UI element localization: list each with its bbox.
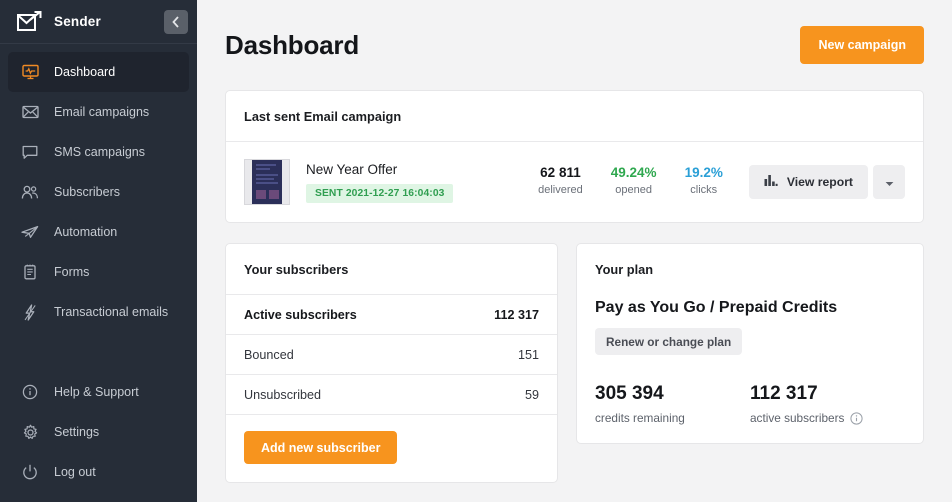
caret-down-icon xyxy=(885,175,894,190)
subscribers-card-footer: Add new subscriber xyxy=(226,415,557,482)
sidebar-item-label: Settings xyxy=(54,425,99,439)
plan-stats: 305 394 credits remaining 112 317 active… xyxy=(595,383,905,425)
email-template-thumbnail[interactable] xyxy=(244,159,290,205)
sidebar-nav-primary: Dashboard Email campaigns xyxy=(0,44,197,332)
sidebar-item-sms-campaigns[interactable]: SMS campaigns xyxy=(8,132,189,172)
sidebar-item-label: Log out xyxy=(54,465,96,479)
sidebar-item-label: Help & Support xyxy=(54,385,139,399)
dashboard-columns: Your subscribers Active subscribers 112 … xyxy=(225,243,924,483)
campaign-actions-dropdown-button[interactable] xyxy=(873,165,905,199)
gear-icon xyxy=(20,422,40,442)
sidebar-item-help-support[interactable]: Help & Support xyxy=(8,372,189,412)
subscribers-column: Your subscribers Active subscribers 112 … xyxy=(225,243,558,483)
view-report-label: View report xyxy=(787,175,853,189)
your-subscribers-card: Your subscribers Active subscribers 112 … xyxy=(225,243,558,483)
envelope-arrow-logo xyxy=(16,11,42,33)
plan-stat-value: 305 394 xyxy=(595,383,750,405)
renew-or-change-plan-button[interactable]: Renew or change plan xyxy=(595,328,742,355)
sidebar-item-email-campaigns[interactable]: Email campaigns xyxy=(8,92,189,132)
row-value: 151 xyxy=(518,348,539,362)
stat-clicks: 19.2% clicks xyxy=(671,165,737,196)
sidebar-item-label: Transactional emails xyxy=(54,305,168,319)
sidebar-item-label: Automation xyxy=(54,225,117,239)
info-circle-icon[interactable] xyxy=(850,412,863,425)
sidebar-item-label: Forms xyxy=(54,265,89,279)
main-content: Dashboard New campaign Last sent Email c… xyxy=(197,0,952,502)
status-badge: SENT 2021-12-27 16:04:03 xyxy=(306,184,453,203)
plan-name: Pay as You Go / Prepaid Credits xyxy=(595,299,905,317)
campaign-stats: 62 811 delivered 49.24% opened 19.2% cli… xyxy=(524,165,905,199)
row-label: Active subscribers xyxy=(244,308,357,322)
table-row[interactable]: Bounced 151 xyxy=(226,335,557,375)
last-sent-campaign-card: Last sent Email campaign New Year Offer xyxy=(225,90,924,223)
plan-stat-label: credits remaining xyxy=(595,411,750,425)
your-plan-card: Your plan Pay as You Go / Prepaid Credit… xyxy=(576,243,924,444)
paper-plane-icon xyxy=(20,222,40,242)
chat-bubble-icon xyxy=(20,142,40,162)
lightning-bolt-icon xyxy=(20,302,40,322)
stat-label: delivered xyxy=(538,184,583,196)
stat-value: 62 811 xyxy=(538,165,583,180)
stat-delivered: 62 811 delivered xyxy=(524,165,597,196)
sidebar-item-subscribers[interactable]: Subscribers xyxy=(8,172,189,212)
sidebar-nav-secondary: Help & Support Settings xyxy=(0,372,197,502)
sidebar-collapse-button[interactable] xyxy=(164,10,188,34)
sidebar: Sender Dashboard xyxy=(0,0,197,502)
row-label: Unsubscribed xyxy=(244,388,321,402)
card-title: Your plan xyxy=(577,244,923,295)
campaign-row: New Year Offer SENT 2021-12-27 16:04:03 … xyxy=(226,142,923,222)
row-label: Bounced xyxy=(244,348,294,362)
sidebar-item-transactional-emails[interactable]: Transactional emails xyxy=(8,292,189,332)
page-title: Dashboard xyxy=(225,30,359,61)
campaign-info: New Year Offer SENT 2021-12-27 16:04:03 xyxy=(306,162,453,203)
stat-label: clicks xyxy=(685,184,723,196)
table-row[interactable]: Unsubscribed 59 xyxy=(226,375,557,415)
new-campaign-button[interactable]: New campaign xyxy=(800,26,924,64)
plan-body: Pay as You Go / Prepaid Credits Renew or… xyxy=(577,295,923,443)
app-root: Sender Dashboard xyxy=(0,0,952,502)
plan-stat-label: active subscribers xyxy=(750,411,844,425)
sidebar-item-label: SMS campaigns xyxy=(54,145,145,159)
clipboard-icon xyxy=(20,262,40,282)
sidebar-item-label: Email campaigns xyxy=(54,105,149,119)
sidebar-item-settings[interactable]: Settings xyxy=(8,412,189,452)
plan-stat-value: 112 317 xyxy=(750,383,905,405)
brand-header: Sender xyxy=(0,0,197,44)
stat-value: 19.2% xyxy=(685,165,723,180)
sidebar-item-automation[interactable]: Automation xyxy=(8,212,189,252)
sidebar-item-label: Dashboard xyxy=(54,65,115,79)
stat-label: opened xyxy=(611,184,657,196)
plan-column: Your plan Pay as You Go / Prepaid Credit… xyxy=(576,243,924,483)
stat-opened: 49.24% opened xyxy=(597,165,671,196)
campaign-name: New Year Offer xyxy=(306,162,453,177)
plan-stat-label-wrap: active subscribers xyxy=(750,411,905,425)
chevron-left-icon xyxy=(172,16,180,28)
view-report-button[interactable]: View report xyxy=(749,165,868,199)
info-circle-icon xyxy=(20,382,40,402)
sidebar-item-log-out[interactable]: Log out xyxy=(8,452,189,492)
sidebar-item-forms[interactable]: Forms xyxy=(8,252,189,292)
table-row[interactable]: Active subscribers 112 317 xyxy=(226,295,557,335)
add-new-subscriber-button[interactable]: Add new subscriber xyxy=(244,431,397,464)
brand-name: Sender xyxy=(54,14,101,29)
row-value: 59 xyxy=(525,388,539,402)
bar-chart-icon xyxy=(764,174,778,190)
sidebar-item-label: Subscribers xyxy=(54,185,120,199)
row-value: 112 317 xyxy=(494,308,539,322)
plan-stat-credits: 305 394 credits remaining xyxy=(595,383,750,425)
card-title: Your subscribers xyxy=(226,244,557,295)
sidebar-item-dashboard[interactable]: Dashboard xyxy=(8,52,189,92)
users-icon xyxy=(20,182,40,202)
power-icon xyxy=(20,462,40,482)
card-title: Last sent Email campaign xyxy=(226,91,923,142)
stat-value: 49.24% xyxy=(611,165,657,180)
envelope-icon xyxy=(20,102,40,122)
monitor-pulse-icon xyxy=(20,62,40,82)
plan-stat-active-subscribers: 112 317 active subscribers xyxy=(750,383,905,425)
page-header: Dashboard New campaign xyxy=(225,0,924,90)
